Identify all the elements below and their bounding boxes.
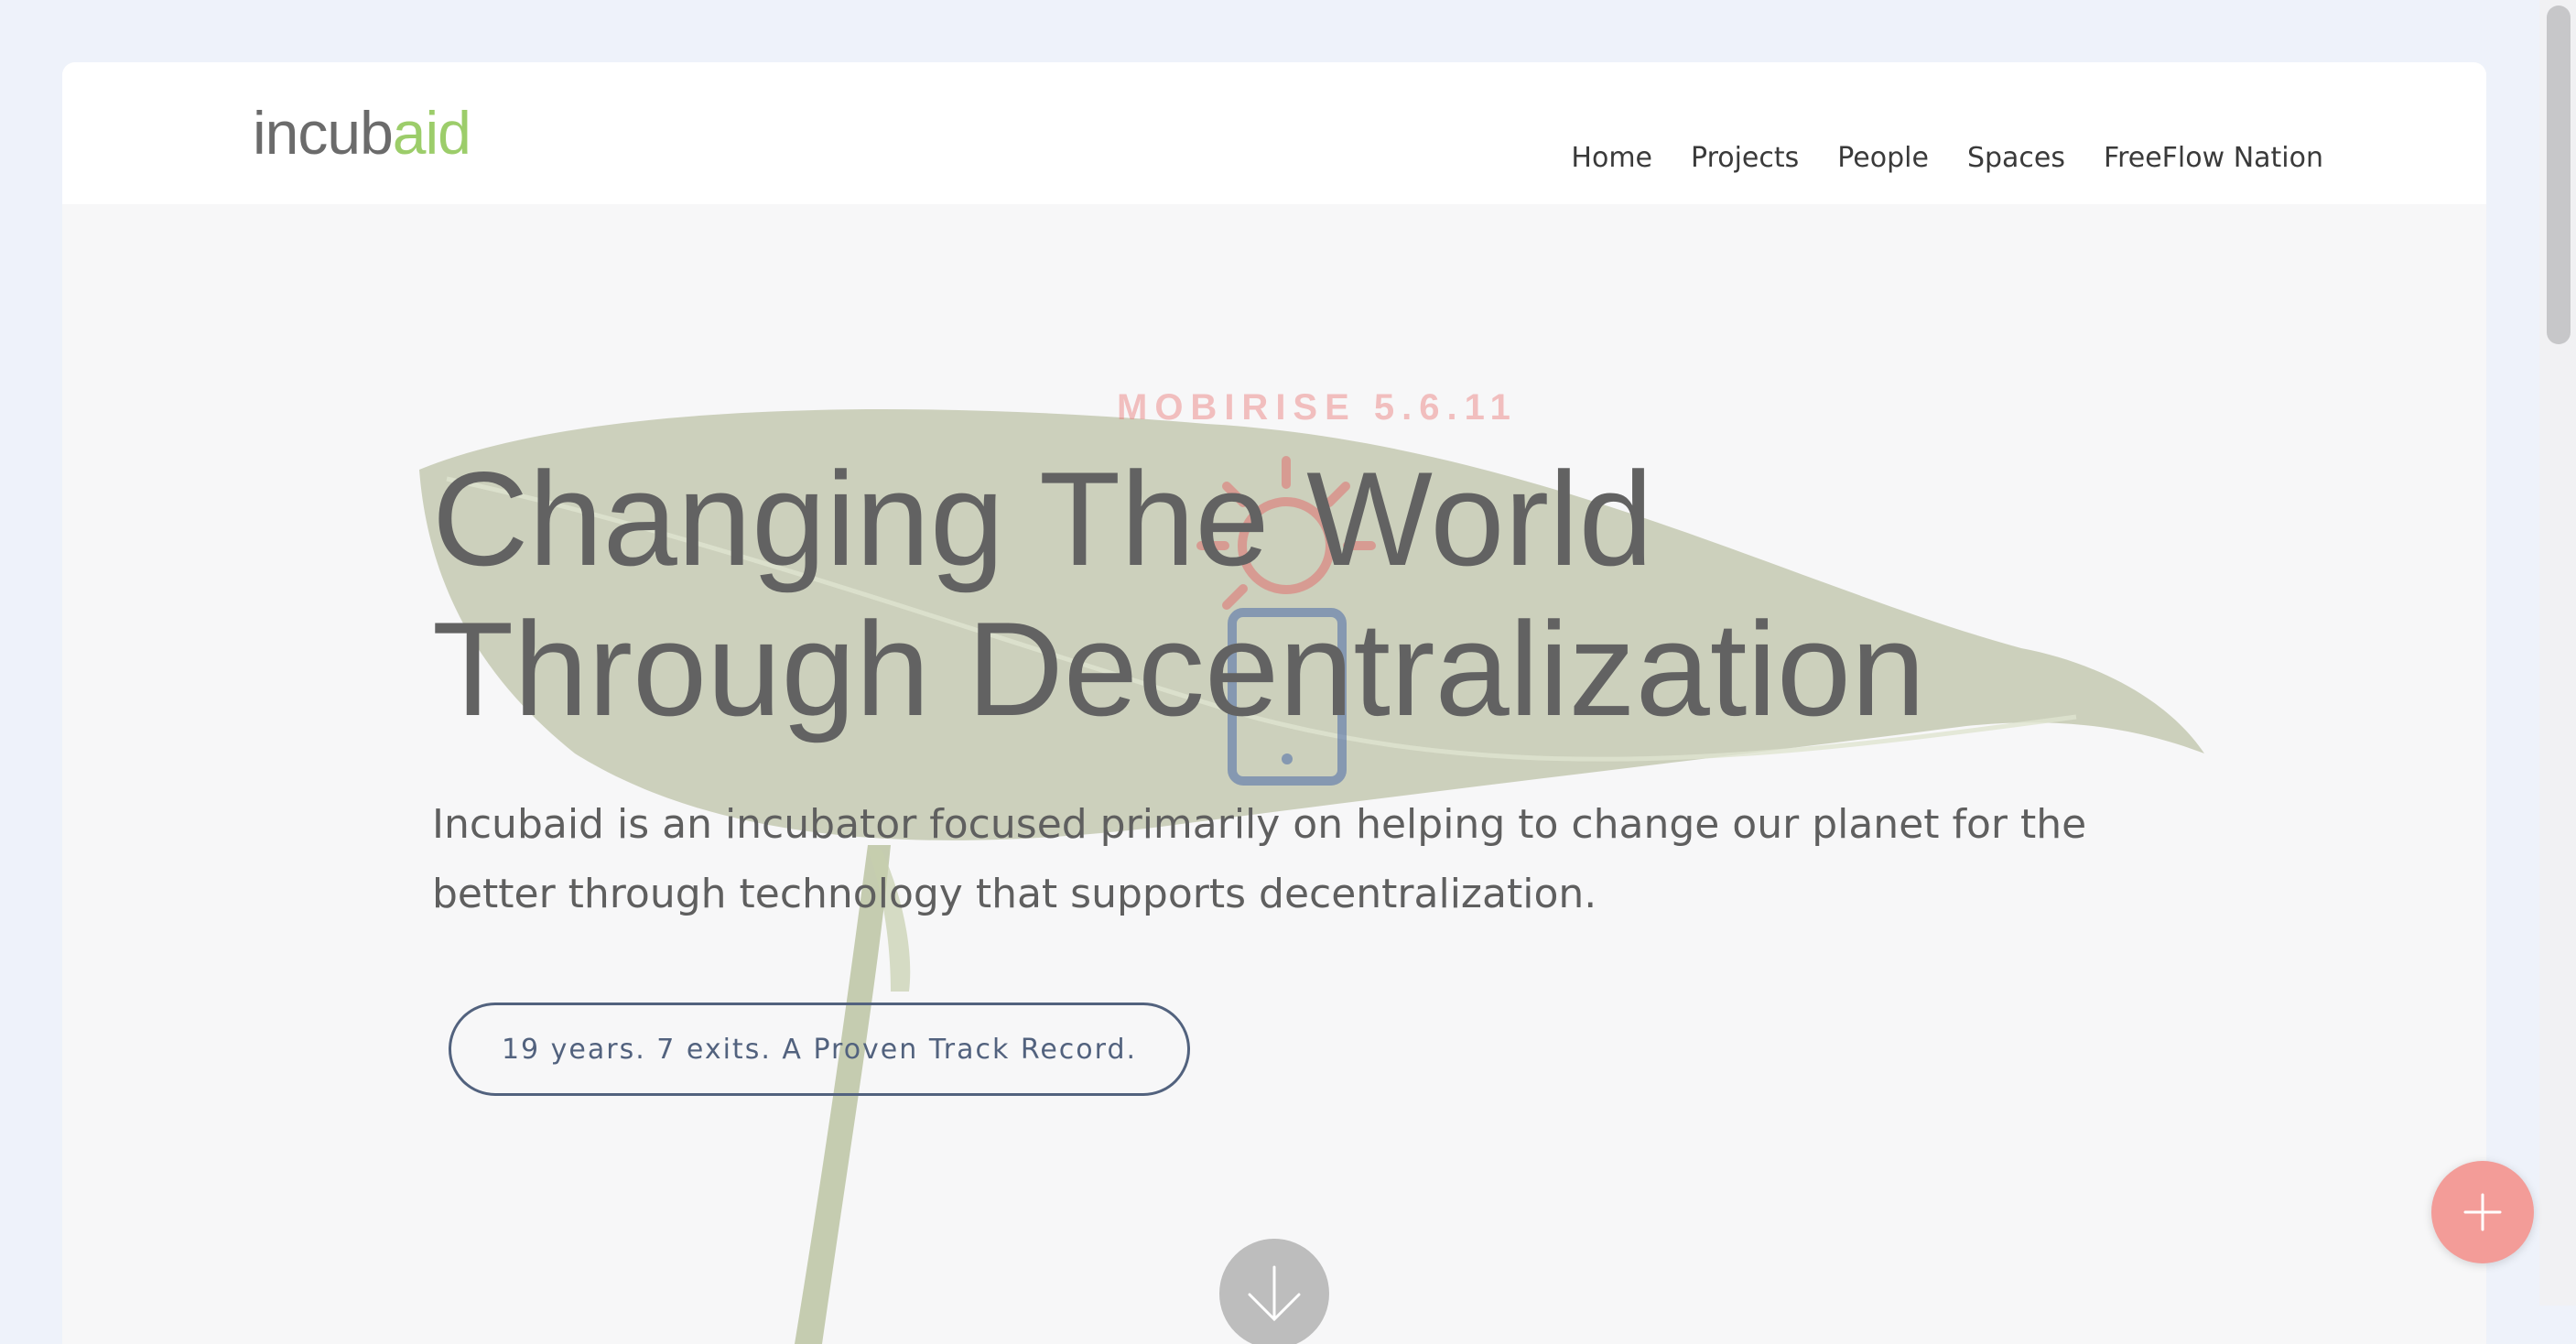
hero-section: MOBIRISE 5.6.11 Changing The World Throu… (62, 204, 2486, 1344)
scroll-down-button[interactable] (1219, 1239, 1329, 1344)
mobirise-watermark: MOBIRISE 5.6.11 (1117, 387, 1518, 428)
scrollbar-thumb[interactable] (2547, 5, 2571, 344)
nav-item-people[interactable]: People (1837, 142, 1929, 174)
track-record-button[interactable]: 19 years. 7 exits. A Proven Track Record… (449, 1003, 1190, 1096)
logo-text-incub: incub (253, 99, 394, 167)
page-scrollbar[interactable] (2539, 0, 2576, 1306)
navbar: incubaid Home Projects People Spaces Fre… (62, 62, 2486, 204)
hero-title-line-2: Through Decentralization (432, 594, 1926, 743)
plus-icon (2463, 1193, 2502, 1231)
logo[interactable]: incubaid (253, 103, 471, 163)
main-nav: Home Projects People Spaces FreeFlow Nat… (1571, 142, 2323, 174)
hero-title: Changing The World Through Decentralizat… (432, 444, 2080, 744)
nav-item-home[interactable]: Home (1571, 142, 1652, 174)
arrow-down-icon (1248, 1265, 1301, 1322)
hero-subtitle: Incubaid is an incubator focused primari… (432, 801, 2087, 917)
hero-title-line-1: Changing The World (432, 444, 1653, 593)
nav-item-freeflow-nation[interactable]: FreeFlow Nation (2104, 142, 2323, 174)
nav-item-projects[interactable]: Projects (1691, 142, 1799, 174)
logo-text-aid: aid (392, 99, 471, 167)
page-card: incubaid Home Projects People Spaces Fre… (62, 62, 2486, 1344)
add-fab-button[interactable] (2431, 1161, 2534, 1263)
nav-item-spaces[interactable]: Spaces (1967, 142, 2065, 174)
